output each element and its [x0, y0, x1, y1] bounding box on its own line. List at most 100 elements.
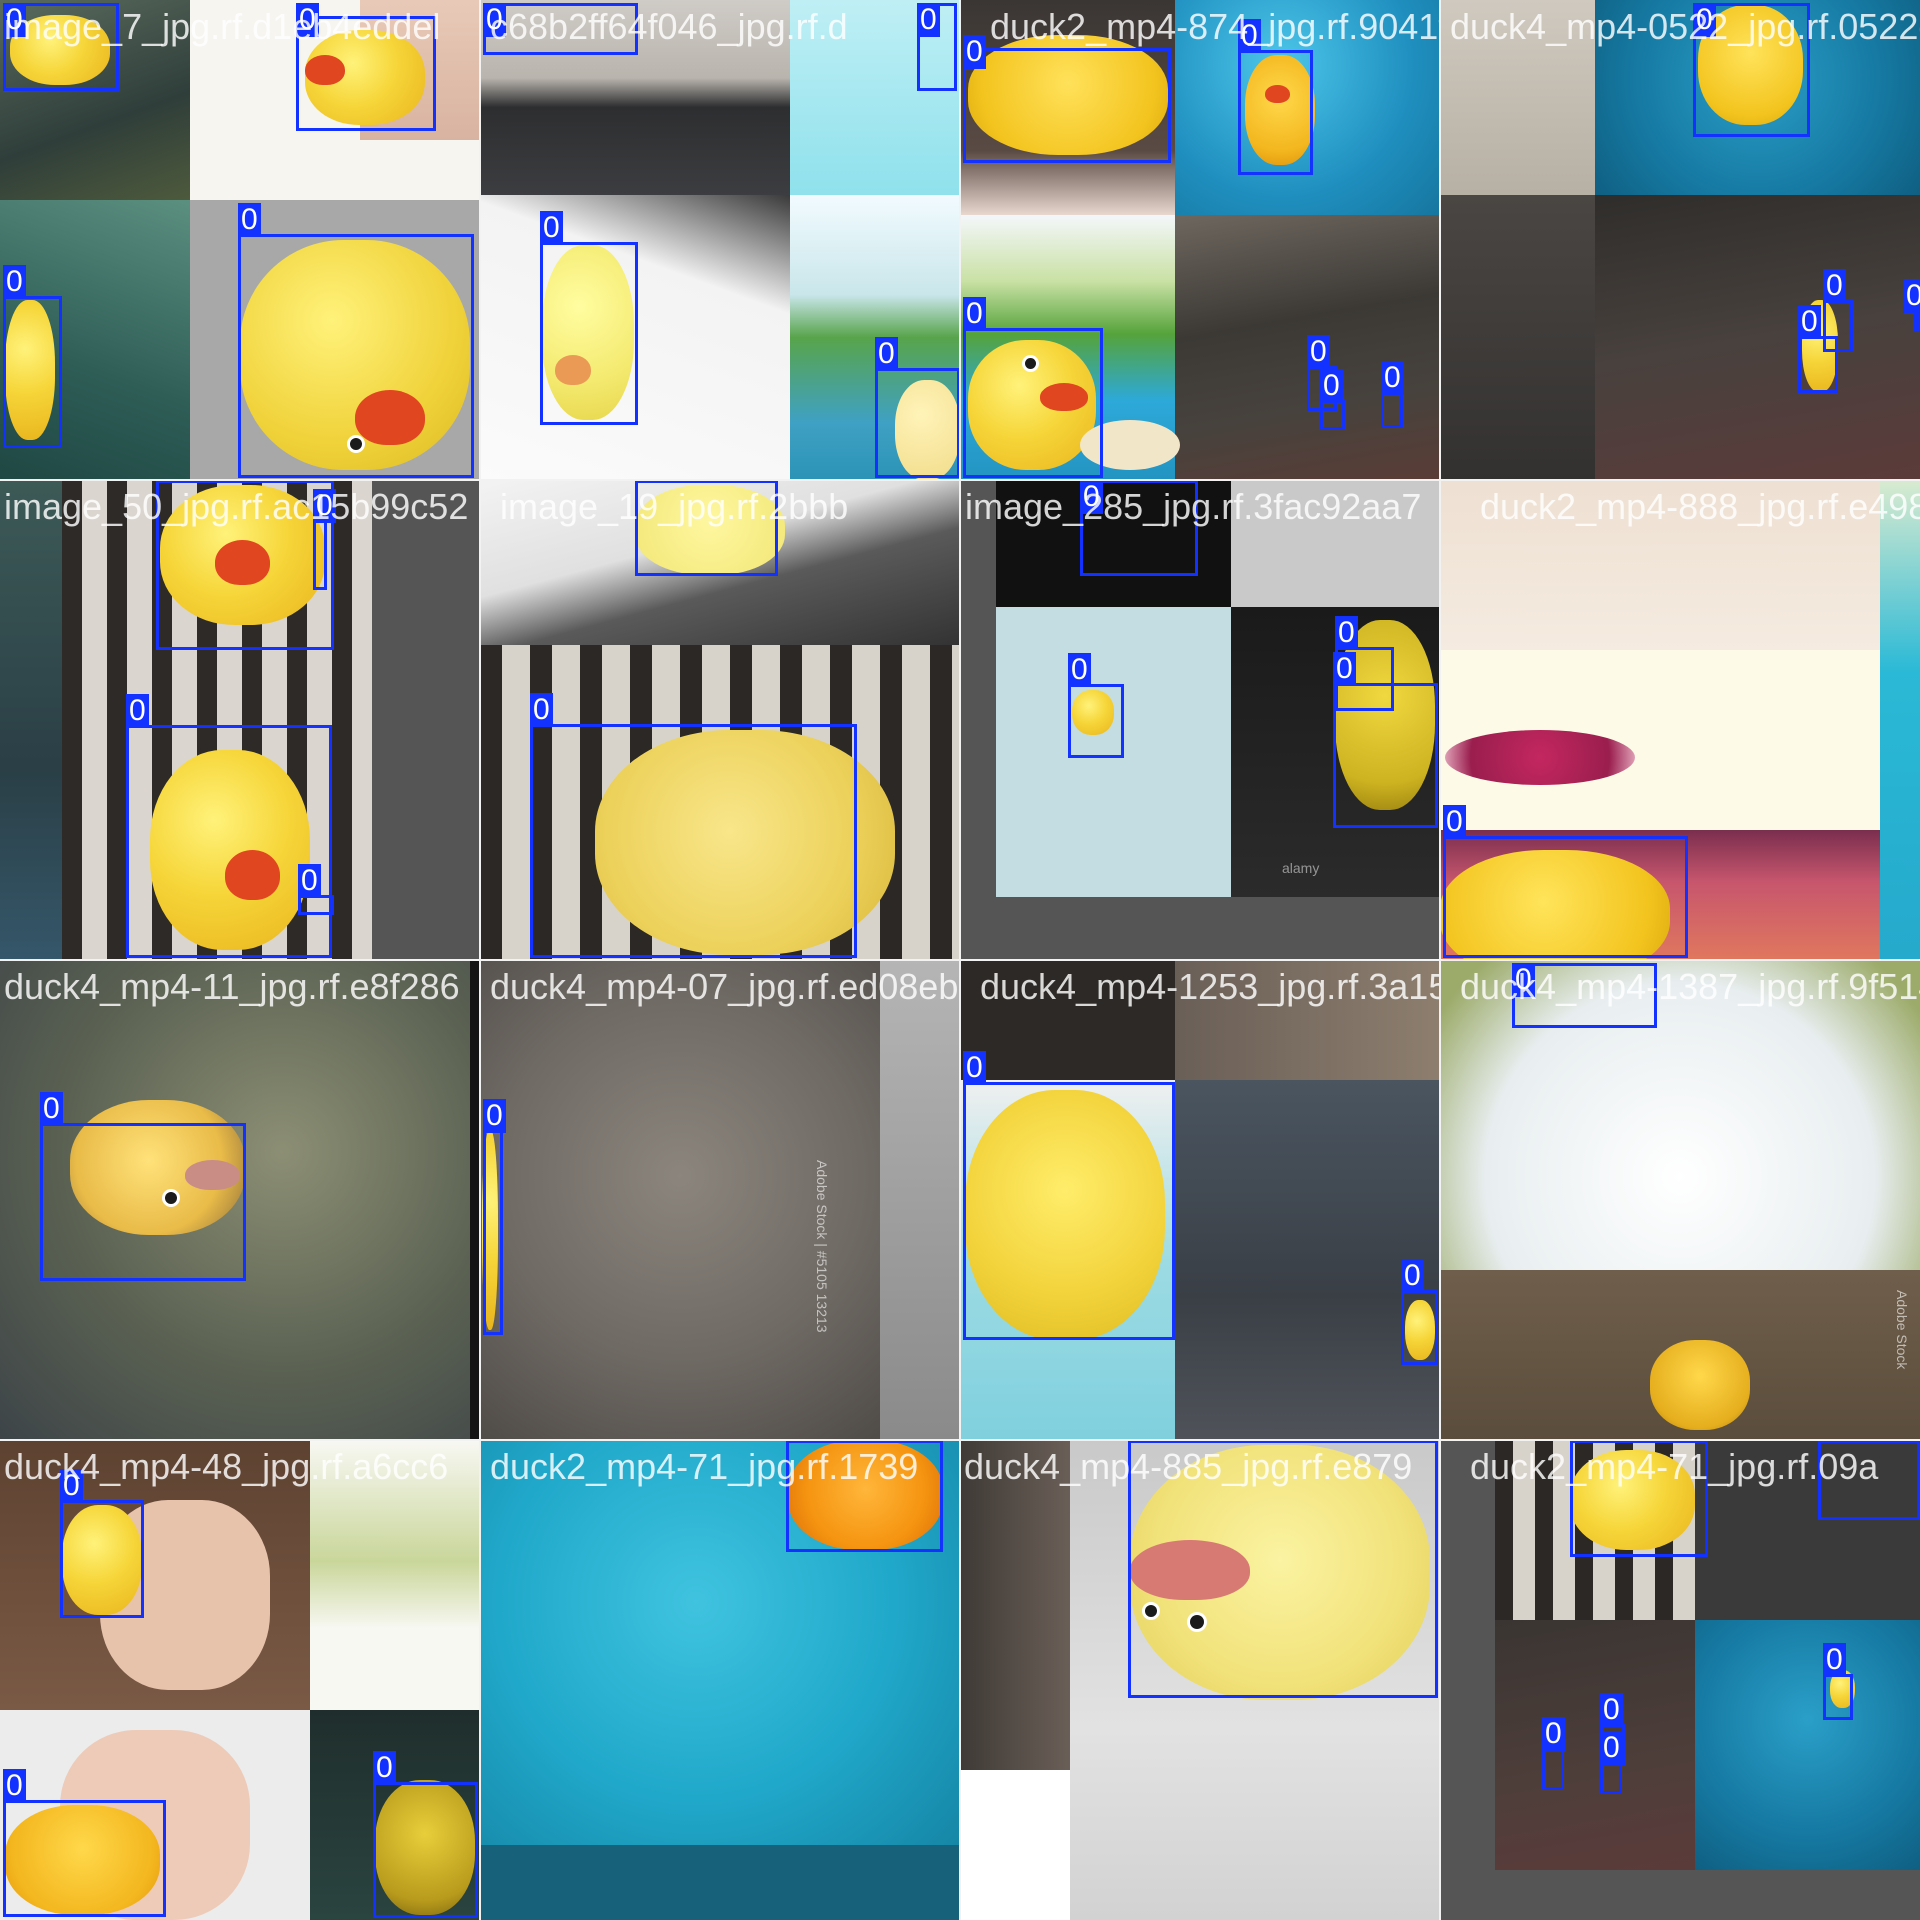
bbox-class-label: 0 — [963, 1051, 986, 1085]
bounding-box: 0 — [917, 3, 957, 91]
mosaic-tile-2: 0 0 0 0 c68b2ff64f046_jpg.rf.d — [480, 0, 960, 480]
mosaic-tile-10: Adobe Stock | #5105 13213 0 duck4_mp4-07… — [480, 960, 960, 1440]
tile-divider — [0, 479, 1920, 481]
bounding-box: 0 — [540, 211, 638, 425]
mosaic-tile-12: Adobe Stock 0 duck4_mp4-1387_jpg.rf.9f51… — [1440, 960, 1920, 1440]
mosaic-tile-3: 0 0 0 0 0 0 duck2_mp4-874_jpg.rf.9041fc3 — [960, 0, 1440, 480]
bounding-box: 0 — [1818, 1440, 1920, 1520]
bbox-class-label: 0 — [963, 297, 986, 331]
bbox-class-label: 0 — [483, 1099, 506, 1133]
bounding-box: 0 — [1512, 963, 1657, 1028]
bounding-box: 0 — [1600, 1731, 1623, 1794]
bbox-class-label: 0 — [1512, 963, 1535, 997]
bounding-box: 0 — [483, 3, 638, 55]
bbox-class-label: 0 — [1443, 805, 1466, 839]
bbox-class-label: 0 — [917, 3, 940, 37]
augmented-training-mosaic: 0 0 0 0 image_7_jpg.rf.d1eb4eddel 0 0 0 … — [0, 0, 1920, 1920]
mosaic-tile-9: 0 duck4_mp4-11_jpg.rf.e8f286 — [0, 960, 480, 1440]
bounding-box: 0 — [298, 864, 334, 915]
rubber-duck — [1650, 1340, 1750, 1430]
bbox-class-label: 0 — [3, 265, 26, 299]
bbox-class-label: 0 — [373, 1751, 396, 1785]
foliage-region — [310, 1440, 480, 1710]
bounding-box: 0 — [1320, 369, 1345, 430]
mosaic-tile-8: 0 duck2_mp4-888_jpg.rf.e498 — [1440, 480, 1920, 960]
bounding-box: 0 — [60, 1469, 144, 1618]
bounding-box: 0 — [156, 480, 334, 650]
mosaic-tile-6: 0 0 image_19_jpg.rf.2bbb — [480, 480, 960, 960]
grey-padding-region — [372, 480, 480, 960]
bounding-box: 0 — [635, 480, 778, 576]
bbox-class-label: 0 — [1401, 1259, 1424, 1293]
tile-divider — [0, 959, 1920, 961]
street-region — [1495, 1620, 1695, 1870]
bounding-box: 0 — [1401, 1259, 1438, 1365]
bounding-box: 0 — [1080, 480, 1198, 576]
grey-padding-region — [1440, 1440, 1495, 1920]
bbox-class-label: 0 — [875, 337, 898, 371]
white-region — [960, 1770, 1070, 1920]
mosaic-tile-5: 0 0 0 0 image_50_jpg.rf.ac15b99c52 — [0, 480, 480, 960]
bbox-class-label: 0 — [1307, 335, 1330, 369]
cyan-water-strip — [1880, 480, 1920, 960]
bounding-box: 0 — [238, 203, 474, 478]
bounding-box: 0 — [313, 489, 336, 590]
bbox-class-label: 0 — [1693, 3, 1716, 37]
bounding-box: 0 — [40, 1092, 246, 1281]
bbox-class-label: 0 — [313, 489, 336, 523]
bbox-class-label: 0 — [1068, 653, 1091, 687]
pavement-region — [1440, 195, 1595, 480]
grey-padding-region — [960, 480, 996, 960]
bbox-class-label: 0 — [1823, 1643, 1846, 1677]
mosaic-tile-13: 0 0 0 duck4_mp4-48_jpg.rf.a6cc6 — [0, 1440, 480, 1920]
bounding-box: 0 — [1570, 1440, 1708, 1557]
bbox-class-label: 0 — [1600, 1731, 1623, 1765]
bbox-class-label: 0 — [1333, 652, 1356, 686]
deep-water-region — [480, 1845, 960, 1920]
bounding-box: 0 — [963, 35, 1171, 163]
mosaic-tile-7: alamy 0 0 0 0 image_285_jpg.rf.3fac92aa7 — [960, 480, 1440, 960]
bbox-class-label: 0 — [1080, 480, 1103, 514]
mosaic-tile-15: 0 duck4_mp4-885_jpg.rf.e879 — [960, 1440, 1440, 1920]
bounding-box: 0 — [373, 1751, 478, 1918]
bbox-class-label: 0 — [298, 864, 321, 898]
bbox-class-label: 0 — [3, 3, 26, 37]
pink-lip-shape — [1445, 730, 1635, 785]
bbox-class-label: 0 — [3, 1769, 26, 1803]
mosaic-tile-4: 0 0 0 0 duck4_mp4-0522_jpg.rf.0522d — [1440, 0, 1920, 480]
bounding-box: 0 — [1128, 1440, 1438, 1698]
grey-texture-region — [880, 960, 960, 1440]
bounding-box: 0 — [1333, 652, 1438, 828]
bbox-class-label: 0 — [540, 211, 563, 245]
bbox-class-label: 0 — [1335, 616, 1358, 650]
bounding-box: 0 — [530, 693, 857, 958]
wood-region — [960, 1440, 1070, 1770]
bounding-box: 0 — [786, 1440, 943, 1552]
bbox-class-label: 0 — [530, 693, 553, 727]
street-region — [1595, 195, 1920, 480]
mosaic-tile-16: 0 0 0 0 0 0 duck2_mp4-71_jpg.rf.09a — [1440, 1440, 1920, 1920]
bbox-class-label: 0 — [1542, 1717, 1565, 1751]
bbox-class-label: 0 — [1320, 369, 1343, 403]
pool-water-region — [1695, 1620, 1920, 1870]
bounding-box: 0 — [3, 3, 119, 91]
bbox-class-label: 0 — [40, 1092, 63, 1126]
bounding-box: 0 — [963, 1051, 1175, 1340]
bbox-class-label: 0 — [483, 3, 506, 37]
bounding-box: 0 — [1443, 805, 1688, 958]
bounding-box: 0 — [1693, 3, 1810, 137]
grey-padding-region — [960, 897, 1440, 960]
water-region — [0, 480, 62, 960]
bounding-box: 0 — [1238, 19, 1313, 175]
bounding-box: 0 — [963, 297, 1103, 478]
bounding-box: 0 — [126, 694, 332, 958]
bbox-class-label: 0 — [1381, 361, 1404, 395]
mosaic-tile-1: 0 0 0 0 image_7_jpg.rf.d1eb4eddel — [0, 0, 480, 480]
bbox-class-label: 0 — [60, 1469, 83, 1503]
bbox-class-label: 0 — [963, 35, 986, 69]
bounding-box: 0 — [1823, 1643, 1853, 1720]
dark-region — [960, 960, 1175, 1080]
sand-region — [1440, 480, 1880, 650]
bounding-box: 0 — [1903, 279, 1920, 332]
tile-divider — [0, 1439, 1920, 1441]
